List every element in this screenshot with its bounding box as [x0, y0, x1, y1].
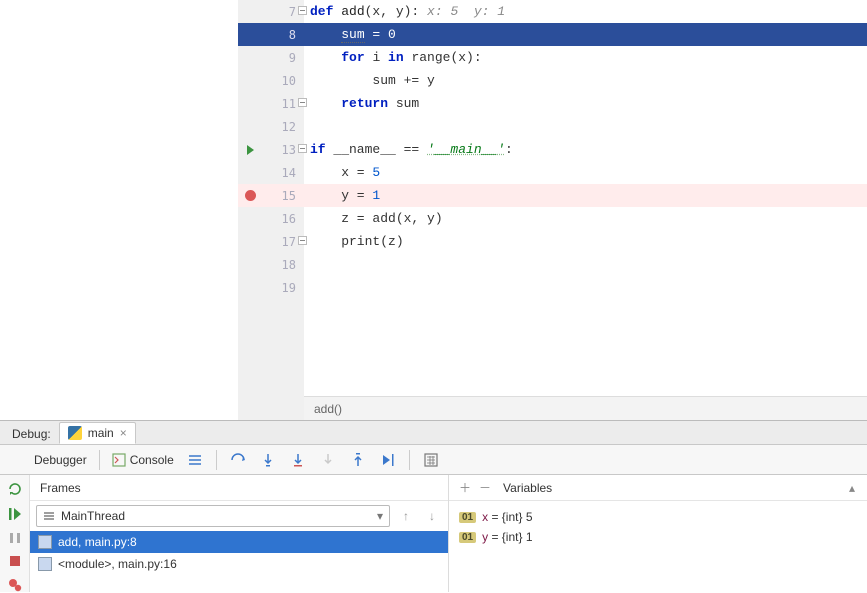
breakpoint-icon[interactable]	[245, 190, 256, 201]
line-number: 8	[262, 28, 302, 42]
remove-watch-icon[interactable]: －	[479, 475, 491, 501]
editor-area: 7 8 9 10 11 12 13 14 15 16 17 18 19 def add(x, y): x…	[0, 0, 867, 420]
debug-body: Frames MainThread ▾ ↑ ↓ add, main.py:8 <m…	[0, 475, 867, 592]
frames-header: Frames	[30, 475, 448, 501]
editor-left-margin	[0, 0, 238, 420]
frame-down-icon[interactable]: ↓	[422, 506, 442, 526]
line-number: 10	[262, 74, 302, 88]
debug-tab-label: main	[88, 426, 114, 440]
code-line[interactable]: def add(x, y): x: 5 y: 1	[304, 4, 505, 19]
debug-toolbar: Debugger Console	[0, 445, 867, 475]
evaluate-icon[interactable]	[422, 451, 440, 469]
line-number: 13	[262, 143, 302, 157]
frames-list[interactable]: add, main.py:8 <module>, main.py:16	[30, 531, 448, 592]
variables-list[interactable]: 01x = {int} 501y = {int} 1	[449, 501, 867, 592]
variable-row[interactable]: 01y = {int} 1	[459, 527, 857, 547]
add-watch-icon[interactable]: ＋	[459, 475, 471, 501]
run-gutter-icon[interactable]	[247, 145, 254, 155]
fold-icon[interactable]	[298, 6, 307, 15]
frames-panel: Frames MainThread ▾ ↑ ↓ add, main.py:8 <m…	[30, 475, 449, 592]
type-badge: 01	[459, 512, 476, 523]
step-into-icon[interactable]	[259, 451, 277, 469]
line-number: 9	[262, 51, 302, 65]
code-line[interactable]: if __name__ == '__main__':	[304, 142, 513, 157]
frame-up-icon[interactable]: ↑	[396, 506, 416, 526]
code-line[interactable]: y = 1	[304, 188, 380, 203]
code-line[interactable]: sum = 0	[304, 27, 396, 42]
console-icon	[112, 453, 126, 467]
close-icon[interactable]: ×	[120, 426, 127, 440]
thread-icon	[43, 510, 55, 522]
frame-icon	[38, 557, 52, 571]
line-number: 19	[262, 281, 302, 295]
run-to-cursor-icon[interactable]	[379, 451, 397, 469]
frame-item[interactable]: add, main.py:8	[30, 531, 448, 553]
var-value: = {int} 1	[488, 530, 532, 544]
step-over-icon[interactable]	[229, 451, 247, 469]
variables-title: Variables	[503, 475, 552, 501]
line-number: 14	[262, 166, 302, 180]
settings-icon[interactable]	[186, 451, 204, 469]
code-line[interactable]: for i in range(x):	[304, 50, 482, 65]
code-line[interactable]: x = 5	[304, 165, 380, 180]
fold-icon[interactable]	[298, 144, 307, 153]
breadcrumb[interactable]: add()	[304, 396, 867, 420]
editor-gutter[interactable]: 7 8 9 10 11 12 13 14 15 16 17 18 19	[238, 0, 304, 420]
thread-name: MainThread	[61, 509, 125, 523]
tab-console[interactable]: Console	[112, 453, 174, 467]
code-line[interactable]: sum += y	[304, 73, 435, 88]
line-number: 11	[262, 97, 302, 111]
tab-debugger[interactable]: Debugger	[34, 453, 87, 467]
code-editor[interactable]: def add(x, y): x: 5 y: 1 sum = 0 for i i…	[304, 0, 867, 420]
frame-item[interactable]: <module>, main.py:16	[30, 553, 448, 575]
line-number: 17	[262, 235, 302, 249]
scroll-up-icon[interactable]: ▴	[849, 475, 855, 501]
stop-icon[interactable]	[6, 555, 24, 569]
python-icon	[68, 426, 82, 440]
breadcrumb-label: add()	[314, 402, 342, 416]
frames-title: Frames	[40, 475, 81, 501]
debug-tab-main[interactable]: main ×	[59, 422, 136, 444]
fold-icon[interactable]	[298, 98, 307, 107]
line-number: 7	[262, 5, 302, 19]
line-number: 12	[262, 120, 302, 134]
var-value: = {int} 5	[488, 510, 532, 524]
variable-row[interactable]: 01x = {int} 5	[459, 507, 857, 527]
variables-header: ＋ － Variables ▴	[449, 475, 867, 501]
frame-label: <module>, main.py:16	[58, 557, 177, 571]
resume-icon[interactable]	[6, 507, 24, 521]
frame-icon	[38, 535, 52, 549]
frame-label: add, main.py:8	[58, 535, 137, 549]
line-number: 16	[262, 212, 302, 226]
pause-icon[interactable]	[6, 531, 24, 545]
type-badge: 01	[459, 532, 476, 543]
code-line[interactable]: print(z)	[304, 234, 404, 249]
line-number: 18	[262, 258, 302, 272]
code-line[interactable]: z = add(x, y)	[304, 211, 443, 226]
thread-select[interactable]: MainThread ▾	[36, 505, 390, 527]
view-breakpoints-icon[interactable]	[6, 578, 24, 592]
debug-tab-row: Debug: main ×	[0, 421, 867, 445]
variables-panel: ＋ － Variables ▴ 01x = {int} 501y = {int}…	[449, 475, 867, 592]
step-out-icon[interactable]	[349, 451, 367, 469]
code-line[interactable]: return sum	[304, 96, 419, 111]
chevron-down-icon: ▾	[377, 509, 383, 523]
debug-label: Debug:	[4, 423, 59, 444]
rerun-icon[interactable]	[6, 481, 24, 497]
debug-sidebar	[0, 475, 30, 592]
step-into-my-icon[interactable]	[289, 451, 307, 469]
fold-icon[interactable]	[298, 236, 307, 245]
force-step-icon[interactable]	[319, 451, 337, 469]
line-number: 15	[262, 189, 302, 203]
